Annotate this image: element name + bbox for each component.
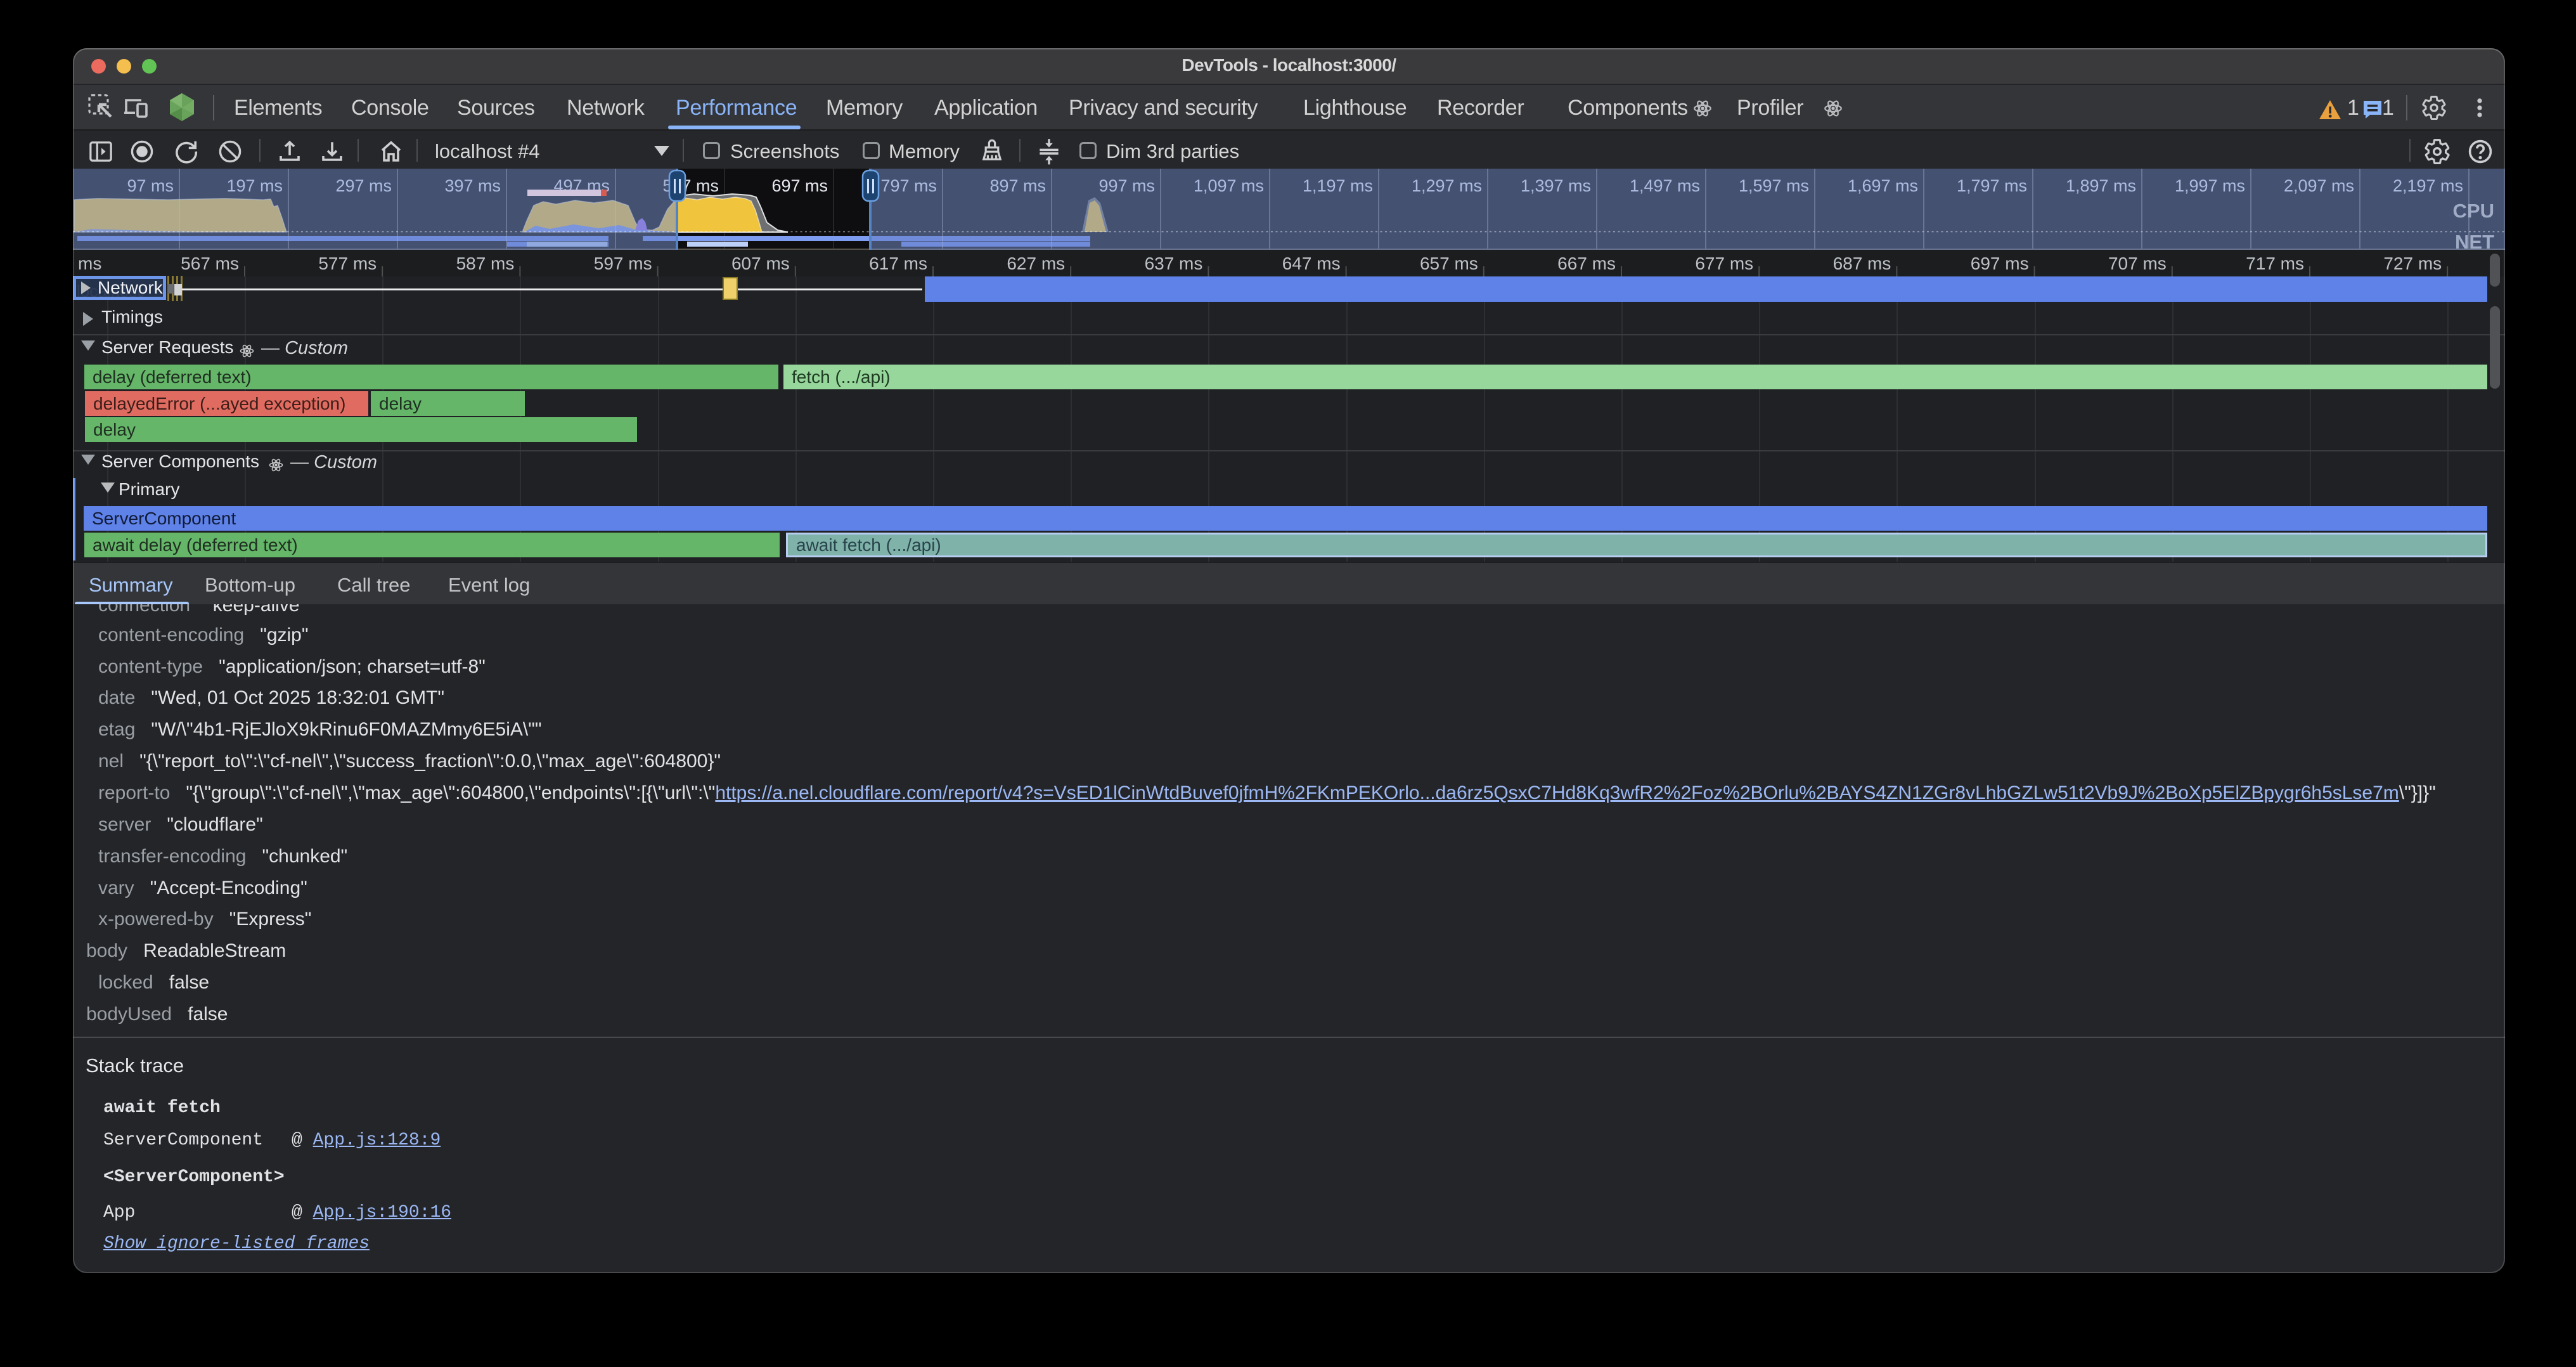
svg-text:717 ms: 717 ms bbox=[2246, 254, 2304, 273]
svg-text:697 ms: 697 ms bbox=[1971, 254, 2029, 273]
svg-text:587 ms: 587 ms bbox=[456, 254, 515, 273]
svg-text:667 ms: 667 ms bbox=[1557, 254, 1616, 273]
svg-text:NET: NET bbox=[2455, 231, 2494, 250]
svg-text:ms: ms bbox=[78, 254, 101, 273]
svg-text:697 ms: 697 ms bbox=[771, 176, 828, 195]
svg-text:617 ms: 617 ms bbox=[869, 254, 927, 273]
svg-text:727 ms: 727 ms bbox=[2383, 254, 2442, 273]
svg-text:CPU: CPU bbox=[2453, 200, 2494, 222]
svg-text:597 ms: 597 ms bbox=[594, 254, 652, 273]
svg-text:607 ms: 607 ms bbox=[731, 254, 790, 273]
svg-text:577 ms: 577 ms bbox=[318, 254, 377, 273]
svg-text:687 ms: 687 ms bbox=[1833, 254, 1891, 273]
svg-text:657 ms: 657 ms bbox=[1420, 254, 1478, 273]
svg-text:627 ms: 627 ms bbox=[1007, 254, 1065, 273]
svg-text:567 ms: 567 ms bbox=[181, 254, 239, 273]
svg-text:677 ms: 677 ms bbox=[1695, 254, 1753, 273]
svg-text:707 ms: 707 ms bbox=[2108, 254, 2167, 273]
svg-text:647 ms: 647 ms bbox=[1282, 254, 1341, 273]
svg-text:637 ms: 637 ms bbox=[1145, 254, 1203, 273]
